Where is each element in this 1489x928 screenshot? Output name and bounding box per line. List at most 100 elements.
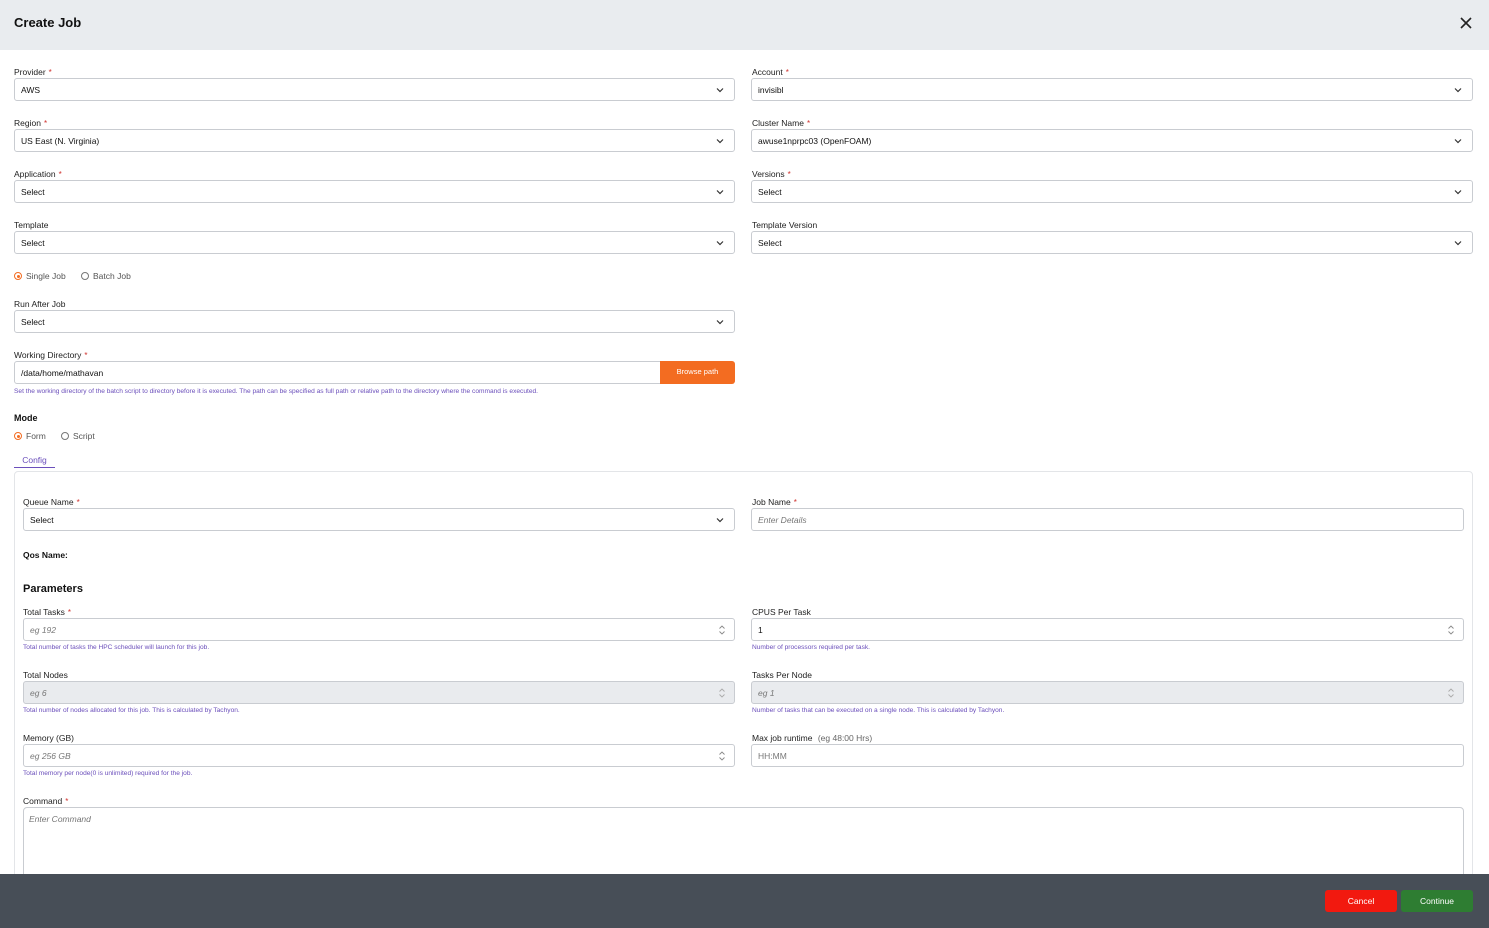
job-name-label: Job Name * (752, 497, 797, 507)
total-tasks-help: Total number of tasks the HPC scheduler … (23, 644, 210, 651)
queue-name-select[interactable]: Select (23, 508, 735, 531)
max-runtime-input[interactable]: HH:MM (751, 744, 1464, 767)
cluster-name-select[interactable]: awuse1nprpc03 (OpenFOAM) (751, 129, 1473, 152)
total-nodes-help: Total number of nodes allocated for this… (23, 707, 240, 714)
region-select[interactable]: US East (N. Virginia) (14, 129, 735, 152)
queue-name-value: Select (30, 515, 54, 525)
script-mode-label: Script (73, 431, 95, 441)
mode-title: Mode (14, 413, 38, 423)
cpus-per-task-label: CPUS Per Task (752, 607, 811, 617)
batch-job-label: Batch Job (93, 271, 131, 281)
tasks-per-node-label: Tasks Per Node (752, 670, 812, 680)
application-label: Application * (14, 169, 62, 179)
versions-value: Select (758, 187, 782, 197)
template-version-value: Select (758, 238, 782, 248)
total-tasks-placeholder: eg 192 (30, 625, 56, 635)
number-stepper-icon[interactable] (1447, 624, 1455, 636)
radio-selected-icon (14, 432, 22, 440)
command-label: Command * (23, 796, 69, 806)
job-name-placeholder: Enter Details (758, 515, 807, 525)
application-select[interactable]: Select (14, 180, 735, 203)
cancel-button[interactable]: Cancel (1325, 890, 1397, 912)
total-tasks-label: Total Tasks * (23, 607, 72, 617)
template-label: Template (14, 220, 49, 230)
chevron-down-icon (716, 518, 724, 523)
tasks-per-node-placeholder: eg 1 (758, 688, 775, 698)
cluster-name-label: Cluster Name * (752, 118, 811, 128)
account-select[interactable]: invisibl (751, 78, 1473, 101)
number-stepper-icon (1448, 688, 1454, 698)
run-after-job-label: Run After Job (14, 299, 66, 309)
close-icon[interactable] (1456, 13, 1476, 33)
region-value: US East (N. Virginia) (21, 136, 100, 146)
working-directory-input[interactable]: /data/home/mathavan (14, 361, 661, 384)
working-directory-label: Working Directory * (14, 350, 88, 360)
single-job-radio[interactable]: Single Job (14, 271, 66, 281)
chevron-down-icon (716, 190, 724, 195)
total-nodes-placeholder: eg 6 (30, 688, 47, 698)
template-version-select[interactable]: Select (751, 231, 1473, 254)
radio-unselected-icon (61, 432, 69, 440)
tasks-per-node-help: Number of tasks that can be executed on … (752, 707, 1005, 714)
run-after-job-value: Select (21, 317, 45, 327)
job-name-input[interactable]: Enter Details (751, 508, 1464, 531)
modal-title: Create Job (14, 15, 82, 30)
modal-footer: Cancel Continue (0, 874, 1489, 928)
cpus-per-task-input[interactable]: 1 (751, 618, 1464, 641)
total-nodes-input: eg 6 (23, 681, 735, 704)
browse-path-button[interactable]: Browse path (660, 361, 735, 384)
single-job-label: Single Job (26, 271, 66, 281)
cpus-per-task-help: Number of processors required per task. (752, 644, 871, 651)
template-version-label: Template Version (752, 220, 818, 230)
working-directory-help: Set the working directory of the batch s… (14, 388, 538, 395)
batch-job-radio[interactable]: Batch Job (81, 271, 131, 281)
memory-help: Total memory per node(0 is unlimited) re… (23, 770, 193, 777)
run-after-job-select[interactable]: Select (14, 310, 735, 333)
chevron-down-icon (1454, 241, 1462, 246)
memory-input[interactable]: eg 256 GB (23, 744, 735, 767)
template-value: Select (21, 238, 45, 248)
max-runtime-label: Max job runtime (eg 48:00 Hrs) (752, 733, 873, 743)
radio-selected-icon (14, 272, 22, 280)
provider-value: AWS (21, 85, 41, 95)
memory-placeholder: eg 256 GB (30, 751, 71, 761)
modal-header: Create Job (0, 0, 1489, 50)
form-mode-label: Form (26, 431, 46, 441)
provider-label: Provider * (14, 67, 52, 77)
application-value: Select (21, 187, 45, 197)
number-stepper-icon[interactable] (718, 750, 726, 762)
account-label: Account * (752, 67, 789, 77)
working-directory-value: /data/home/mathavan (21, 368, 104, 378)
tab-config[interactable]: Config (14, 455, 55, 468)
qos-name-label: Qos Name: (23, 550, 68, 560)
tasks-per-node-input: eg 1 (751, 681, 1464, 704)
account-value: invisibl (758, 85, 784, 95)
parameters-title: Parameters (23, 583, 83, 595)
memory-label: Memory (GB) (23, 733, 74, 743)
versions-select[interactable]: Select (751, 180, 1473, 203)
chevron-down-icon (1454, 190, 1462, 195)
total-nodes-label: Total Nodes (23, 670, 68, 680)
script-mode-radio[interactable]: Script (61, 431, 95, 441)
chevron-down-icon (1454, 88, 1462, 93)
max-runtime-hint: (eg 48:00 Hrs) (817, 733, 873, 743)
radio-unselected-icon (81, 272, 89, 280)
number-stepper-icon (719, 688, 725, 698)
provider-select[interactable]: AWS (14, 78, 735, 101)
chevron-down-icon (716, 320, 724, 325)
chevron-down-icon (716, 139, 724, 144)
chevron-down-icon (716, 88, 724, 93)
versions-label: Versions * (752, 169, 791, 179)
form-mode-radio[interactable]: Form (14, 431, 46, 441)
cpus-per-task-value: 1 (758, 625, 763, 635)
continue-button[interactable]: Continue (1401, 890, 1473, 912)
queue-name-label: Queue Name * (23, 497, 80, 507)
region-label: Region * (14, 118, 48, 128)
template-select[interactable]: Select (14, 231, 735, 254)
chevron-down-icon (1454, 139, 1462, 144)
total-tasks-input[interactable]: eg 192 (23, 618, 735, 641)
number-stepper-icon[interactable] (718, 624, 726, 636)
chevron-down-icon (716, 241, 724, 246)
max-runtime-placeholder: HH:MM (758, 751, 787, 761)
cluster-name-value: awuse1nprpc03 (OpenFOAM) (758, 136, 872, 146)
